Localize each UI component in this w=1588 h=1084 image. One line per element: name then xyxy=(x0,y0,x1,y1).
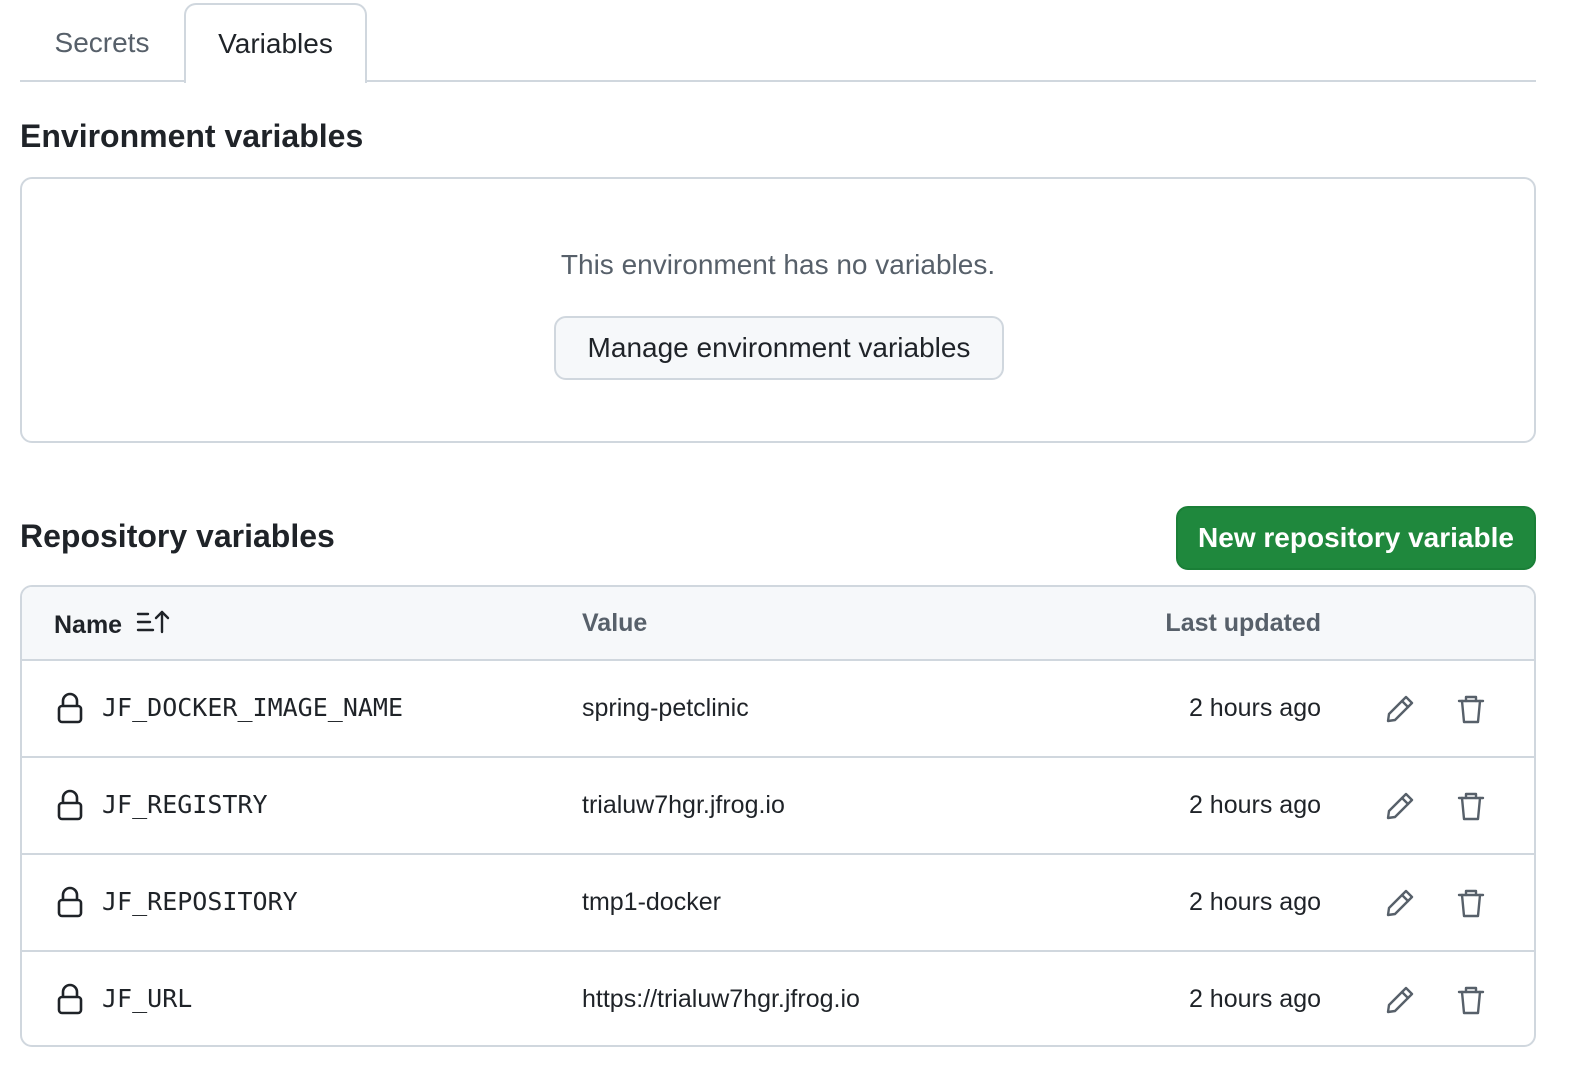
tab-variables[interactable]: Variables xyxy=(184,3,367,83)
table-row: JF_REPOSITORY tmp1-docker 2 hours ago xyxy=(22,855,1534,952)
variable-value: tmp1-docker xyxy=(582,888,721,916)
variable-value: spring-petclinic xyxy=(582,694,749,722)
trash-icon[interactable] xyxy=(1449,784,1493,828)
variable-value: trialuw7hgr.jfrog.io xyxy=(582,791,785,819)
trash-icon[interactable] xyxy=(1449,978,1493,1022)
name-column-header[interactable]: Name xyxy=(54,609,170,642)
environment-variables-panel: This environment has no variables. Manag… xyxy=(20,177,1536,443)
lock-icon xyxy=(56,788,84,827)
variable-last-updated: 2 hours ago xyxy=(1188,694,1321,722)
tab-secrets[interactable]: Secrets xyxy=(20,4,184,82)
value-column-header: Value xyxy=(582,609,648,637)
variable-last-updated: 2 hours ago xyxy=(1188,985,1321,1013)
pencil-icon[interactable] xyxy=(1378,978,1422,1022)
lock-icon xyxy=(56,691,84,730)
table-row: JF_REGISTRY trialuw7hgr.jfrog.io 2 hours… xyxy=(22,758,1534,855)
repository-variables-heading: Repository variables xyxy=(20,518,335,554)
new-repository-variable-button[interactable]: New repository variable xyxy=(1176,506,1536,570)
empty-state-message: This environment has no variables. xyxy=(560,249,996,280)
repository-variables-table: Name Value Last updated JF_DOCKER_IMAGE_… xyxy=(20,585,1536,1047)
variable-last-updated: 2 hours ago xyxy=(1188,791,1321,819)
last-updated-column-header: Last updated xyxy=(1165,609,1321,637)
manage-environment-variables-button[interactable]: Manage environment variables xyxy=(554,316,1004,380)
lock-icon xyxy=(56,885,84,924)
name-column-label: Name xyxy=(54,611,123,639)
trash-icon[interactable] xyxy=(1449,881,1493,925)
pencil-icon[interactable] xyxy=(1378,784,1422,828)
environment-variables-heading: Environment variables xyxy=(20,118,364,154)
table-row: JF_URL https://trialuw7hgr.jfrog.io 2 ho… xyxy=(22,952,1534,1045)
variable-name: JF_REGISTRY xyxy=(102,790,268,819)
sort-ascending-icon[interactable] xyxy=(136,609,170,642)
table-row: JF_DOCKER_IMAGE_NAME spring-petclinic 2 … xyxy=(22,661,1534,758)
pencil-icon[interactable] xyxy=(1378,687,1422,731)
variable-value: https://trialuw7hgr.jfrog.io xyxy=(582,985,860,1013)
lock-icon xyxy=(56,982,84,1021)
variable-name: JF_REPOSITORY xyxy=(102,887,298,916)
variable-last-updated: 2 hours ago xyxy=(1188,888,1321,916)
trash-icon[interactable] xyxy=(1449,687,1493,731)
variable-name: JF_DOCKER_IMAGE_NAME xyxy=(102,693,404,722)
variable-name: JF_URL xyxy=(102,984,193,1013)
pencil-icon[interactable] xyxy=(1378,881,1422,925)
table-header: Name Value Last updated xyxy=(22,587,1534,661)
tab-bar: Secrets Variables xyxy=(20,0,1536,83)
